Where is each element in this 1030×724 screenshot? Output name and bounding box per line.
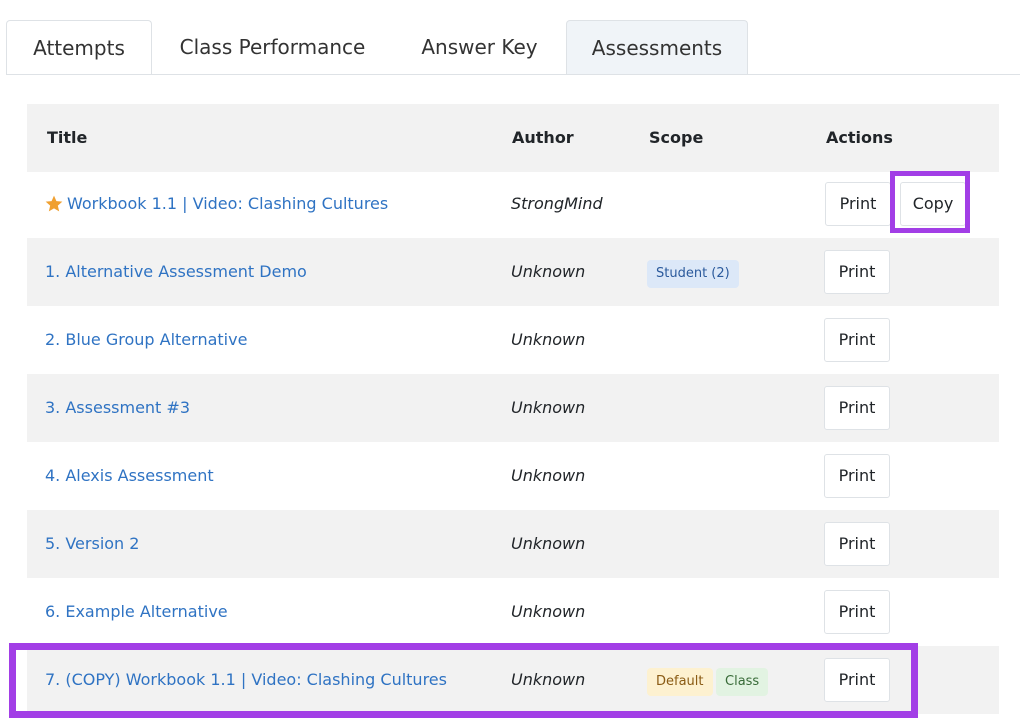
table-row: 3. Assessment #3 Unknown Print bbox=[27, 374, 999, 442]
scope-badge-student: Student (2) bbox=[647, 260, 739, 288]
author-cell: Unknown bbox=[511, 398, 586, 417]
table-row: 6. Example Alternative Unknown Print bbox=[27, 578, 999, 646]
assessment-title-link[interactable]: 6. Example Alternative bbox=[45, 578, 228, 646]
assessment-title-link[interactable]: 1. Alternative Assessment Demo bbox=[45, 238, 307, 306]
table-header-row: Title Author Scope Actions bbox=[27, 104, 999, 172]
highlight-box-copied-row bbox=[9, 643, 918, 718]
column-header-author: Author bbox=[512, 128, 574, 147]
tab-label: Assessments bbox=[591, 36, 723, 60]
author-cell: StrongMind bbox=[511, 194, 603, 213]
print-button[interactable]: Print bbox=[824, 590, 890, 634]
author-cell: Unknown bbox=[511, 466, 586, 485]
tab-answer-key[interactable]: Answer Key bbox=[393, 20, 566, 74]
print-button[interactable]: Print bbox=[824, 386, 890, 430]
author-cell: Unknown bbox=[511, 534, 586, 553]
table-row: 2. Blue Group Alternative Unknown Print bbox=[27, 306, 999, 374]
column-header-title: Title bbox=[47, 128, 88, 147]
author-cell: Unknown bbox=[511, 330, 586, 349]
highlight-box-copy bbox=[890, 171, 970, 233]
print-button[interactable]: Print bbox=[824, 522, 890, 566]
tab-label: Class Performance bbox=[179, 35, 366, 59]
assessment-title-link[interactable]: 3. Assessment #3 bbox=[45, 374, 190, 442]
assessment-title-link[interactable]: Workbook 1.1 | Video: Clashing Cultures bbox=[67, 170, 388, 238]
tab-class-performance[interactable]: Class Performance bbox=[152, 20, 393, 74]
tab-bar: Attempts Class Performance Answer Key As… bbox=[6, 20, 1020, 75]
author-cell: Unknown bbox=[511, 262, 586, 281]
print-button[interactable]: Print bbox=[824, 454, 890, 498]
print-button[interactable]: Print bbox=[824, 250, 890, 294]
tab-attempts[interactable]: Attempts bbox=[6, 20, 152, 74]
tab-label: Answer Key bbox=[421, 35, 538, 59]
table-row: 1. Alternative Assessment Demo Unknown S… bbox=[27, 238, 999, 306]
column-header-scope: Scope bbox=[649, 128, 704, 147]
assessment-title-link[interactable]: 2. Blue Group Alternative bbox=[45, 306, 247, 374]
assessment-title-link[interactable]: 4. Alexis Assessment bbox=[45, 442, 214, 510]
column-header-actions: Actions bbox=[826, 128, 893, 147]
table-row: 5. Version 2 Unknown Print bbox=[27, 510, 999, 578]
assessment-title-link[interactable]: 5. Version 2 bbox=[45, 510, 139, 578]
print-button[interactable]: Print bbox=[824, 318, 890, 362]
tab-assessments[interactable]: Assessments bbox=[566, 20, 748, 74]
author-cell: Unknown bbox=[511, 602, 586, 621]
star-icon bbox=[45, 195, 63, 212]
table-row: Workbook 1.1 | Video: Clashing Cultures … bbox=[27, 170, 999, 238]
print-button[interactable]: Print bbox=[825, 182, 891, 226]
tab-label: Attempts bbox=[33, 36, 125, 60]
table-row: 4. Alexis Assessment Unknown Print bbox=[27, 442, 999, 510]
